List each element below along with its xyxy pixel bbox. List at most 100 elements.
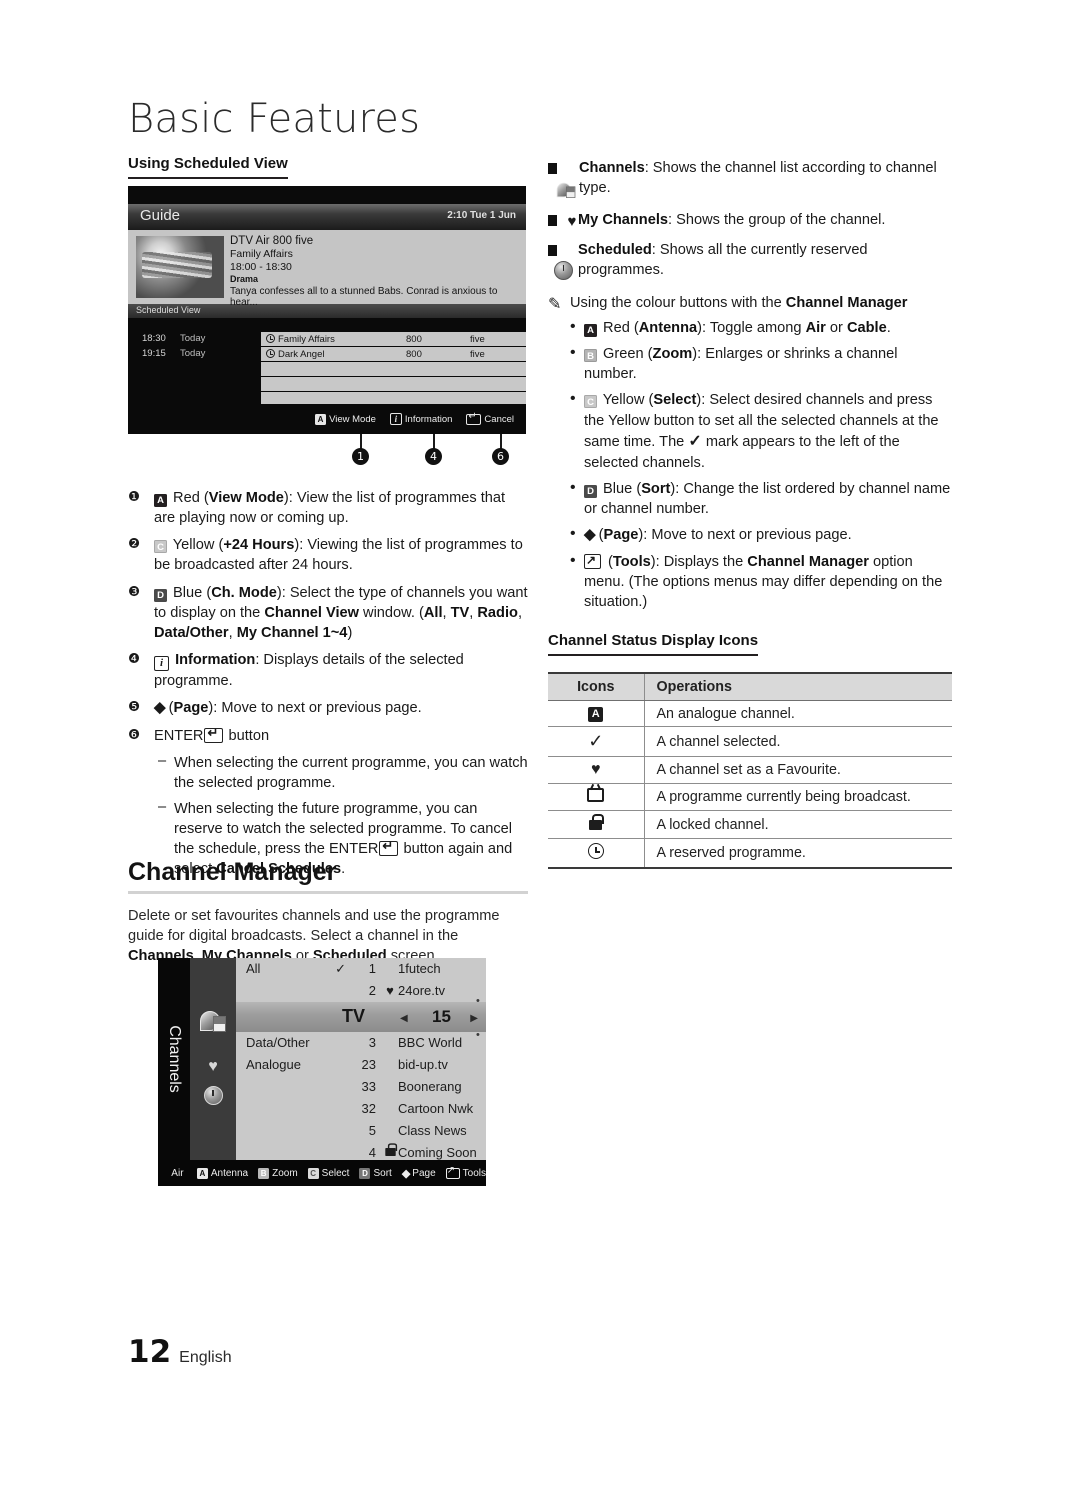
table-row[interactable]: 19:15 Today Dark Angel 800 five — [128, 347, 526, 361]
table-row-empty[interactable] — [128, 377, 526, 391]
cm-button-label: Page — [412, 1167, 436, 1179]
list-item[interactable]: 5 Class News — [332, 1120, 480, 1142]
page-number: 12 — [128, 1334, 172, 1370]
cm-category-analogue[interactable]: Analogue — [246, 1054, 332, 1076]
info-key-icon: i — [389, 413, 402, 425]
cm-footer-buttons: A Antenna B Zoom C Select D Sort ◆ Page … — [196, 1165, 486, 1180]
cm-vertical-tab-channels[interactable]: Channels — [158, 958, 190, 1160]
scroll-down-dot: • — [476, 1029, 480, 1041]
cm-button-page[interactable]: ◆ Page — [402, 1167, 436, 1180]
table-row: A locked channel. — [548, 810, 952, 840]
cm-button-label: Select — [321, 1167, 350, 1179]
right-column: Channels: Shows the channel list accordi… — [548, 158, 952, 870]
square-bullet: ♥ — [548, 210, 578, 231]
bullet-dot: • — [570, 551, 576, 569]
cm-button-select[interactable]: C Select — [307, 1167, 350, 1179]
channel-name: Class News — [398, 1123, 467, 1138]
lock-icon — [548, 810, 645, 840]
cm-button-zoom[interactable]: B Zoom — [258, 1167, 298, 1179]
list-text: A Red (View Mode): View the list of prog… — [154, 490, 506, 527]
list-item: ❹ i Information: Displays details of the… — [128, 650, 528, 691]
heart-icon[interactable]: ♥ — [190, 1058, 236, 1076]
bullet-dot: • — [570, 344, 576, 362]
row-day: Today — [180, 348, 206, 359]
row-network: five — [470, 348, 485, 360]
colour-button-page: • ◆ (Page): Move to next or previous pag… — [570, 525, 952, 546]
list-item[interactable]: ✓ 1 1futech — [332, 958, 480, 980]
guide-screenshot: Guide 2:10 Tue 1 Jun DTV Air 800 five Fa… — [128, 186, 526, 434]
callout-number-6: 6 — [492, 448, 509, 465]
guide-button-information[interactable]: i Information — [389, 413, 453, 425]
cm-body: Channels ♥ All Radio Data/Other Analogue… — [158, 958, 486, 1182]
bullet-my-channels: ♥ My Channels: Shows the group of the ch… — [548, 210, 952, 231]
section-divider — [128, 891, 528, 894]
bullet-scheduled: Scheduled: Shows all the currently reser… — [548, 240, 952, 281]
cm-button-antenna[interactable]: A Antenna — [196, 1167, 248, 1179]
list-text: i Information: Displays details of the s… — [154, 651, 464, 689]
left-column: Using Scheduled View — [128, 155, 528, 185]
note-colour-buttons: ✎ Using the colour buttons with the Chan… — [548, 293, 952, 314]
row-time-cell: 19:15 Today — [128, 347, 261, 361]
channel-number: 1 — [368, 961, 376, 976]
bullet-dot: • — [570, 525, 576, 543]
list-text: D Blue (Ch. Mode): Select the type of ch… — [154, 584, 528, 641]
cm-button-tools[interactable]: Tools — [445, 1165, 486, 1179]
chevron-left-icon[interactable]: ◀ — [400, 1013, 408, 1024]
guide-button-label: Information — [404, 413, 453, 425]
pencil-note-icon: ✎ — [548, 296, 562, 313]
colour-button-yellow: • C Yellow (Select): Select desired chan… — [570, 390, 952, 472]
table-row-empty[interactable] — [128, 362, 526, 376]
section-heading-channel-manager: Channel Manager — [128, 858, 337, 886]
programme-name: Family Affairs — [230, 248, 293, 260]
cm-category-all[interactable]: All — [246, 958, 332, 980]
cm-button-sort[interactable]: D Sort — [359, 1167, 392, 1179]
table-row: ♥ A channel set as a Favourite. — [548, 756, 952, 785]
colour-button-text: ◆ (Page): Move to next or previous page. — [584, 526, 852, 544]
list-number: ❻ — [128, 726, 141, 743]
guide-button-cancel[interactable]: Cancel — [466, 411, 514, 425]
cm-selected-row-highlight[interactable]: TV ◀ 15 abc1 ▶ • • — [236, 995, 486, 1041]
cm-category-data-other[interactable]: Data/Other — [246, 1032, 332, 1054]
check-icon: ✓ — [335, 961, 346, 976]
list-item[interactable]: 23 bid-up.tv — [332, 1054, 480, 1076]
page-language: English — [179, 1349, 232, 1366]
bullet-text: Channels: Shows the channel list accordi… — [579, 160, 937, 197]
row-channel-number: 800 — [406, 333, 422, 345]
cm-button-label: Tools — [462, 1167, 486, 1179]
document-page: Basic Features Using Scheduled View Guid… — [0, 0, 1080, 1494]
channels-icon[interactable] — [190, 1010, 236, 1037]
operation-text: A reserved programme. — [644, 838, 952, 870]
channels-icon — [556, 182, 576, 198]
bullet-dot: • — [570, 390, 576, 408]
callout-number-4: 4 — [425, 448, 442, 465]
list-item: ❸ D Blue (Ch. Mode): Select the type of … — [128, 583, 528, 643]
cm-main-panel: All Radio Data/Other Analogue ✓ 1 1futec… — [236, 958, 486, 1182]
channel-name: Boonerang — [398, 1079, 462, 1094]
guide-footer-bar: A View Mode i Information Cancel — [128, 404, 526, 434]
page-title: Basic Features — [128, 96, 421, 142]
operation-text: A programme currently being broadcast. — [644, 783, 952, 812]
red-key-icon: A — [315, 413, 327, 425]
colour-button-red: • A Red (Antenna): Toggle among Air or C… — [570, 318, 952, 338]
guide-button-view-mode[interactable]: A View Mode — [315, 413, 376, 425]
bullet-dot: • — [570, 318, 576, 335]
cm-button-label: Sort — [373, 1167, 392, 1179]
chevron-right-icon[interactable]: ▶ — [470, 1013, 478, 1024]
table-row[interactable]: 18:30 Today Family Affairs 800 five — [128, 332, 526, 346]
table-row: ✓ A channel selected. — [548, 726, 952, 758]
list-item[interactable]: 32 Cartoon Nwk — [332, 1098, 480, 1120]
list-item[interactable]: 33 Boonerang — [332, 1076, 480, 1098]
list-item[interactable]: 3 BBC World — [332, 1032, 480, 1054]
colour-button-text: D Blue (Sort): Change the list ordered b… — [584, 480, 951, 517]
heart-icon: ♥ — [548, 756, 645, 785]
scheduled-clock-icon[interactable] — [190, 1086, 236, 1110]
row-time-cell: 18:30 Today — [128, 332, 261, 346]
list-item: ❶ A Red (View Mode): View the list of pr… — [128, 488, 528, 528]
guide-top-strip — [128, 186, 526, 204]
cm-vertical-tab-label: Channels — [166, 1025, 183, 1093]
row-time: 19:15 — [142, 348, 166, 359]
bullet-text: Scheduled: Shows all the currently reser… — [578, 242, 868, 279]
list-item: ❷ C Yellow (+24 Hours): Viewing the list… — [128, 535, 528, 575]
list-item[interactable]: 2 ♥ 24ore.tv — [332, 980, 480, 1002]
note-text: Using the colour buttons with the Channe… — [570, 295, 908, 311]
